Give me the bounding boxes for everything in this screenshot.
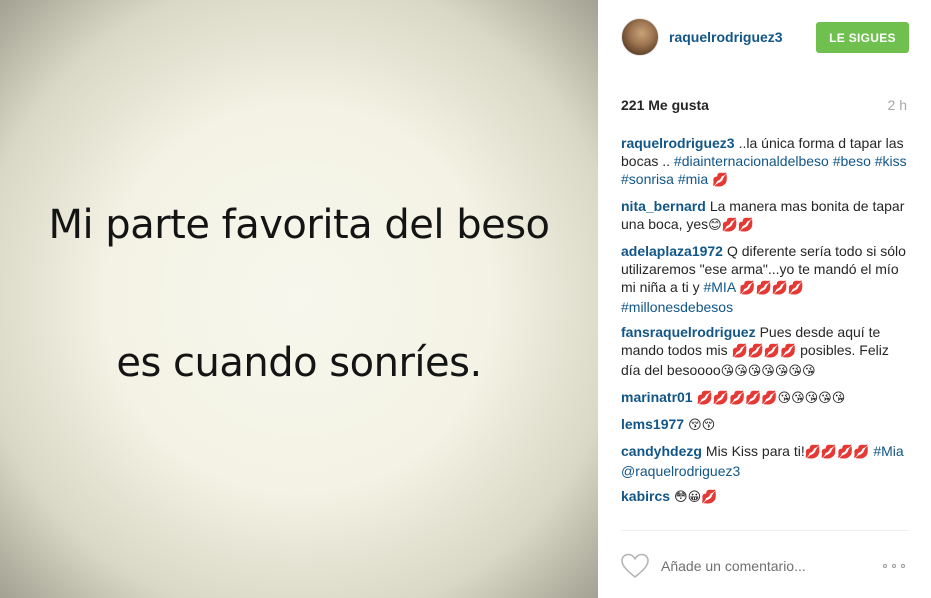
emoji-text: 💋💋💋💋 bbox=[731, 344, 797, 359]
hashtag-link[interactable]: @raquelrodriguez3 bbox=[621, 463, 740, 479]
post-header: raquelrodriguez3 LE SIGUES bbox=[621, 17, 909, 59]
emoji-text: 😘😘😘😘😘😘😘 bbox=[720, 364, 816, 379]
more-options-icon[interactable] bbox=[883, 557, 909, 573]
hashtag-link[interactable]: #sonrisa bbox=[621, 171, 674, 187]
hashtag-link[interactable]: #diainternacionaldelbeso bbox=[674, 153, 829, 169]
comment-author-link[interactable]: candyhdezg bbox=[621, 443, 702, 459]
post-time[interactable]: 2 h bbox=[888, 97, 907, 113]
hashtag-link[interactable]: #millonesdebesos bbox=[621, 299, 733, 315]
emoji-text: 💋💋💋💋 bbox=[739, 281, 805, 296]
comment-author-link[interactable]: kabircs bbox=[621, 488, 670, 504]
likes-row: 221 Me gusta 2 h bbox=[621, 97, 909, 117]
comment-item: raquelrodriguez3 ..la única forma d tapar… bbox=[621, 134, 911, 190]
comment-item: adelaplaza1972 Q diferente sería todo si … bbox=[621, 242, 911, 316]
emoji-text: 💋💋💋💋 bbox=[804, 445, 870, 460]
hashtag-link[interactable]: #kiss bbox=[875, 153, 907, 169]
post-sidebar: raquelrodriguez3 LE SIGUES 221 Me gusta … bbox=[598, 0, 931, 598]
image-text-line-1: Mi parte favorita del beso bbox=[48, 202, 550, 248]
emoji-text: 😚😚 bbox=[688, 418, 716, 433]
emoji-text: 😊💋💋 bbox=[708, 218, 755, 233]
image-text-line-2: es cuando sonríes. bbox=[116, 340, 482, 386]
comment-item: marinatr01 💋💋💋💋💋😘😘😘😘😘 bbox=[621, 388, 911, 408]
comment-author-link[interactable]: nita_bernard bbox=[621, 198, 706, 214]
comment-text: Mis Kiss para ti! bbox=[705, 443, 805, 459]
comment-author-link[interactable]: marinatr01 bbox=[621, 389, 693, 405]
hashtag-link[interactable]: #Mia bbox=[873, 443, 903, 459]
comment-item: lems1977 😚😚 bbox=[621, 415, 911, 435]
follow-button[interactable]: LE SIGUES bbox=[816, 22, 909, 53]
hashtag-link[interactable]: #beso bbox=[833, 153, 871, 169]
hashtag-link[interactable]: #mia bbox=[678, 171, 708, 187]
hashtag-link[interactable]: #MIA bbox=[703, 279, 735, 295]
heart-outline-icon[interactable] bbox=[621, 553, 649, 579]
post-footer bbox=[621, 551, 909, 581]
avatar[interactable] bbox=[621, 18, 659, 56]
comment-item: nita_bernard La manera mas bonita de tapa… bbox=[621, 197, 911, 235]
comment-author-link[interactable]: lems1977 bbox=[621, 416, 684, 432]
comment-author-link[interactable]: fansraquelrodriguez bbox=[621, 324, 756, 340]
comment-item: fansraquelrodriguez Pues desde aquí te ma… bbox=[621, 323, 911, 381]
divider bbox=[621, 530, 909, 531]
emoji-text: 😳😀💋 bbox=[674, 490, 718, 505]
post-image[interactable]: Mi parte favorita del beso es cuando son… bbox=[0, 0, 598, 598]
username-link[interactable]: raquelrodriguez3 bbox=[669, 29, 783, 45]
comment-author-link[interactable]: adelaplaza1972 bbox=[621, 243, 723, 259]
comment-author-link[interactable]: raquelrodriguez3 bbox=[621, 135, 735, 151]
likes-count[interactable]: 221 Me gusta bbox=[621, 97, 709, 113]
comments-list: raquelrodriguez3 ..la única forma d tapar… bbox=[621, 134, 911, 514]
comment-item: kabircs 😳😀💋 bbox=[621, 487, 911, 507]
emoji-text: 💋💋💋💋💋😘😘😘😘😘 bbox=[696, 391, 846, 406]
comment-input[interactable] bbox=[661, 555, 871, 577]
emoji-text: 💋 bbox=[712, 173, 729, 188]
comment-item: candyhdezg Mis Kiss para ti!💋💋💋💋 #Mia @ra… bbox=[621, 442, 911, 480]
